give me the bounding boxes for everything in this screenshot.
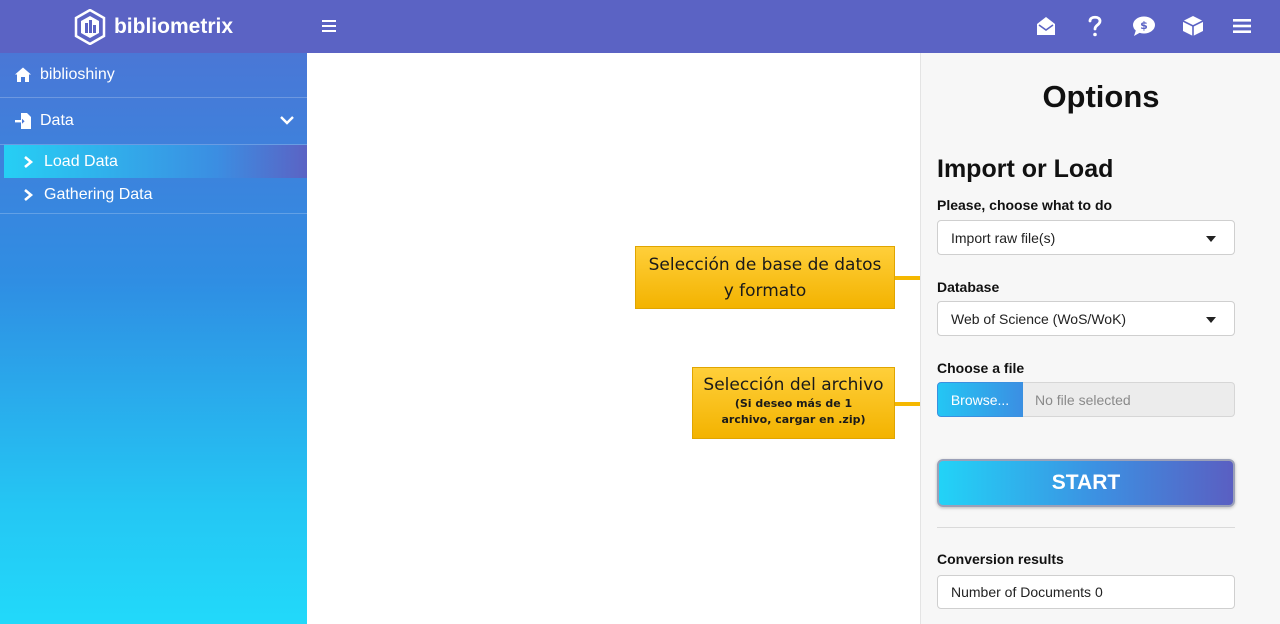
sidebar-item-data[interactable]: Data — [0, 98, 307, 145]
file-input: Browse... No file selected — [937, 382, 1235, 417]
callout-text: Selección del archivo — [703, 375, 884, 395]
section-title: Import or Load — [937, 155, 1114, 183]
sidebar-item-gathering-data[interactable]: Gathering Data — [0, 178, 307, 211]
database-label: Database — [937, 279, 1000, 295]
brand[interactable]: bibliometrix — [0, 0, 307, 53]
chevron-right-icon — [24, 155, 34, 168]
action-select[interactable]: Import raw file(s) — [937, 220, 1235, 255]
bibliometrix-logo-icon — [74, 8, 106, 45]
options-panel: Options Import or Load Please, choose wh… — [920, 53, 1280, 624]
comment-dollar-icon[interactable]: $ — [1119, 11, 1168, 41]
top-navbar: bibliometrix $ — [0, 0, 1280, 53]
callout-detail: archivo, cargar en .zip) — [721, 413, 866, 426]
file-import-icon — [15, 113, 31, 129]
sidebar-item-biblioshiny[interactable]: biblioshiny — [0, 53, 307, 98]
results-field: Number of Documents 0 — [937, 575, 1235, 609]
caret-down-icon — [1206, 236, 1216, 242]
sidebar-item-label: biblioshiny — [40, 66, 115, 83]
database-select[interactable]: Web of Science (WoS/WoK) — [937, 301, 1235, 336]
home-icon — [15, 67, 31, 82]
sidebar-item-label: Gathering Data — [44, 185, 153, 203]
sidebar-toggle-icon[interactable] — [320, 16, 340, 36]
panel-title: Options — [1042, 79, 1160, 114]
caret-down-icon — [1206, 317, 1216, 323]
sidebar-item-label: Data — [40, 112, 74, 129]
chevron-right-icon — [24, 188, 34, 201]
envelope-open-icon[interactable] — [1021, 11, 1070, 41]
svg-text:$: $ — [1140, 19, 1148, 32]
data-submenu: Load Data Gathering Data — [0, 145, 307, 214]
results-label: Conversion results — [937, 551, 1064, 567]
bars-icon[interactable] — [1217, 11, 1266, 41]
start-button[interactable]: START — [937, 459, 1235, 507]
sidebar: biblioshiny Data Load Data Gathering Dat… — [0, 53, 307, 624]
header-icon-group: $ — [1021, 11, 1266, 41]
cube-icon[interactable] — [1168, 11, 1217, 41]
action-select-value: Import raw file(s) — [951, 229, 1056, 246]
divider — [937, 527, 1235, 528]
question-icon[interactable] — [1070, 11, 1119, 41]
sidebar-item-label: Load Data — [44, 152, 118, 170]
sidebar-item-load-data[interactable]: Load Data — [4, 145, 307, 178]
database-callout: Selección de base de datos y formato — [635, 246, 895, 309]
callout-text: y formato — [723, 281, 807, 301]
file-label: Choose a file — [937, 360, 1025, 376]
callout-text: Selección de base de datos — [648, 255, 882, 275]
file-callout: Selección del archivo (Si deseo más de 1… — [692, 367, 895, 439]
file-name-field[interactable]: No file selected — [1023, 382, 1235, 417]
action-label: Please, choose what to do — [937, 197, 1113, 213]
callout-detail: (Si deseo más de 1 — [734, 397, 853, 410]
database-select-value: Web of Science (WoS/WoK) — [951, 310, 1127, 327]
main-content — [307, 53, 920, 624]
chevron-down-icon[interactable] — [279, 113, 295, 127]
browse-button[interactable]: Browse... — [937, 382, 1023, 417]
brand-name: bibliometrix — [113, 14, 234, 38]
